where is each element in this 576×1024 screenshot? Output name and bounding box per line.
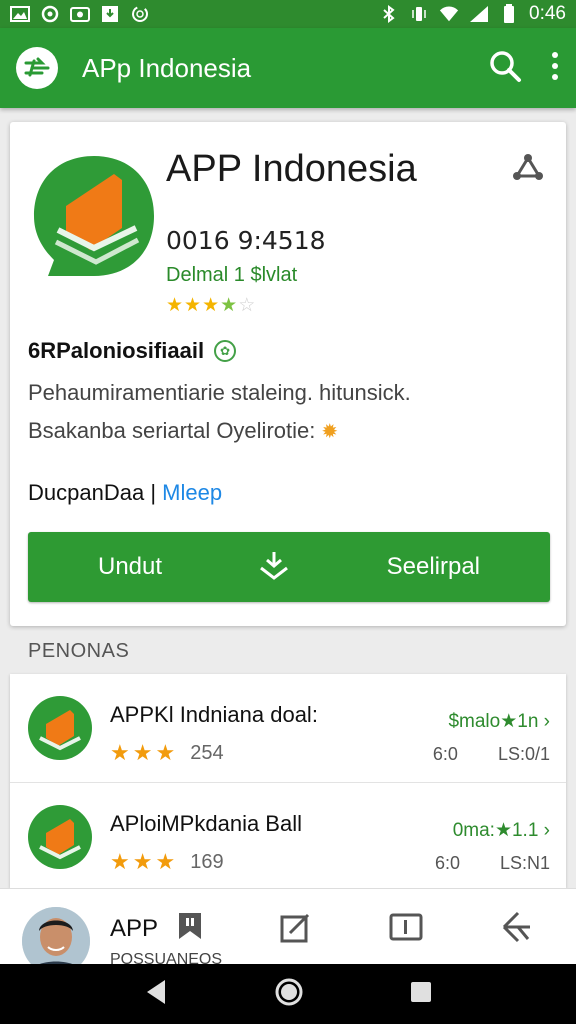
section-title: 6RPaloniosifiaail ✿ (28, 338, 237, 364)
chevron-right-icon[interactable]: › (544, 711, 550, 732)
share-icon[interactable] (510, 150, 546, 186)
rating-stars: ★ ★ ★ ★ ☆ (166, 294, 255, 317)
list-item-price: 0ma:★1.1 › (453, 819, 550, 842)
app-bar: APp Indonesia (0, 28, 576, 108)
camera-icon (70, 5, 90, 23)
circle-icon (40, 5, 60, 23)
sync-icon (130, 5, 150, 23)
list-item-price-text: $malo★1n (448, 711, 539, 732)
bottom-nav-sub-label: POSSUANEOS (110, 951, 223, 965)
recents-icon[interactable] (409, 980, 433, 1009)
list-item-sub-left: 6:0 (434, 853, 460, 873)
gear-icon: ✹ (321, 420, 339, 443)
download-icon (100, 5, 120, 23)
chevron-right-icon[interactable]: › (544, 820, 550, 841)
app-detail-card: APP Indonesia 0016 9:4518 Delmal 1 $lvla… (10, 122, 566, 626)
rating-count: 254 (190, 741, 224, 764)
status-bar: 0:46 (0, 0, 576, 28)
list-item-price-text: 0ma:★1.1 (452, 820, 539, 841)
section-title-text: 6RPaloniosifiaail (28, 338, 205, 363)
clock: 0:46 (529, 3, 566, 24)
app-name: APP Indonesia (166, 148, 417, 190)
list-item[interactable]: APPKl Indniana doal: ★ ★ ★ 254 $malo★1n … (10, 674, 566, 780)
home-icon[interactable] (274, 977, 304, 1012)
star-icon: ★ (166, 295, 184, 316)
install-button-label: Undut (98, 553, 163, 580)
list-item-sub-right: LS:0/1 (497, 744, 550, 764)
rating-count: 169 (190, 850, 224, 873)
secondary-button-label: Seelirpal (386, 553, 480, 580)
list-item-sub: 6:0 LS:0/1 (433, 744, 550, 765)
star-icon: ★ (132, 740, 153, 765)
system-navigation (0, 964, 576, 1024)
bottom-nav-app-text: APP (110, 914, 158, 942)
tablet-icon[interactable] (388, 909, 424, 945)
list-item-sub-right: LS:N1 (499, 853, 550, 873)
list-item-rating: ★ ★ ★ 169 (110, 849, 224, 875)
star-icon: ★ (202, 295, 220, 316)
bookmark-icon[interactable] (176, 911, 204, 948)
list-item-name: APloiMPkdania Ball (110, 811, 302, 836)
back-share-icon[interactable] (498, 909, 534, 945)
list-item-sub-left: 6:0 (432, 744, 458, 764)
star-icon: ★ (155, 849, 176, 874)
separator: | (150, 480, 157, 505)
bottom-navigation: APP POSSUANEOS (0, 888, 576, 975)
star-icon: ★ (184, 295, 202, 316)
star-icon: ★ (220, 295, 238, 316)
list-item-rating: ★ ★ ★ 254 (110, 740, 224, 766)
image-icon (10, 5, 30, 23)
developer-label: DucpanDaa (28, 480, 145, 505)
app-thumb-icon (26, 694, 94, 762)
more-vert-icon[interactable] (550, 51, 560, 86)
download-arrow-icon (257, 548, 291, 587)
wifi-icon (439, 5, 459, 23)
list-heading: PENONAS (28, 640, 130, 662)
search-icon[interactable] (488, 49, 522, 88)
list-item-name: APPKl Indniana doal: (110, 702, 318, 727)
bluetooth-icon (379, 5, 399, 23)
star-icon: ★ (110, 849, 130, 874)
app-logo-icon (28, 150, 160, 282)
developer-name[interactable]: Delmal 1 $lvlat (166, 264, 297, 287)
menu-logo-icon[interactable] (16, 47, 58, 89)
list-item-sub: 6:0 LS:N1 (435, 853, 550, 874)
vibrate-icon (409, 5, 429, 23)
signal-icon (469, 5, 489, 23)
install-button[interactable]: Undut Seelirpal (28, 532, 550, 602)
star-icon: ★ (132, 849, 153, 874)
app-bar-title: APp Indonesia (82, 52, 252, 83)
verified-badge-icon: ✿ (214, 340, 237, 362)
developer-link[interactable]: Mleep (162, 480, 222, 505)
description-line-1: Pehaumiramentiarie staleing. hitunsick. (28, 380, 411, 405)
app-list: APPKl Indniana doal: ★ ★ ★ 254 $malo★1n … (10, 674, 566, 888)
app-thumb-icon (26, 803, 94, 871)
app-meta: 0016 9:4518 (166, 226, 326, 255)
battery-icon (499, 4, 519, 23)
edit-icon[interactable] (278, 909, 314, 945)
bottom-nav-app-label: APP (110, 911, 204, 948)
star-empty-icon: ☆ (238, 295, 256, 316)
back-icon[interactable] (143, 978, 169, 1011)
star-icon: ★ (110, 740, 130, 765)
description-line-2: Bsakanba seriartal Oyelirotie: ✹ (28, 418, 338, 444)
list-item-price: $malo★1n › (448, 710, 550, 733)
list-item[interactable]: APloiMPkdania Ball ★ ★ ★ 169 0ma:★1.1 › … (10, 782, 566, 888)
star-icon: ★ (155, 740, 176, 765)
developer-line: DucpanDaa | Mleep (28, 480, 222, 506)
description-line-2-text: Bsakanba seriartal Oyelirotie: (28, 418, 316, 443)
